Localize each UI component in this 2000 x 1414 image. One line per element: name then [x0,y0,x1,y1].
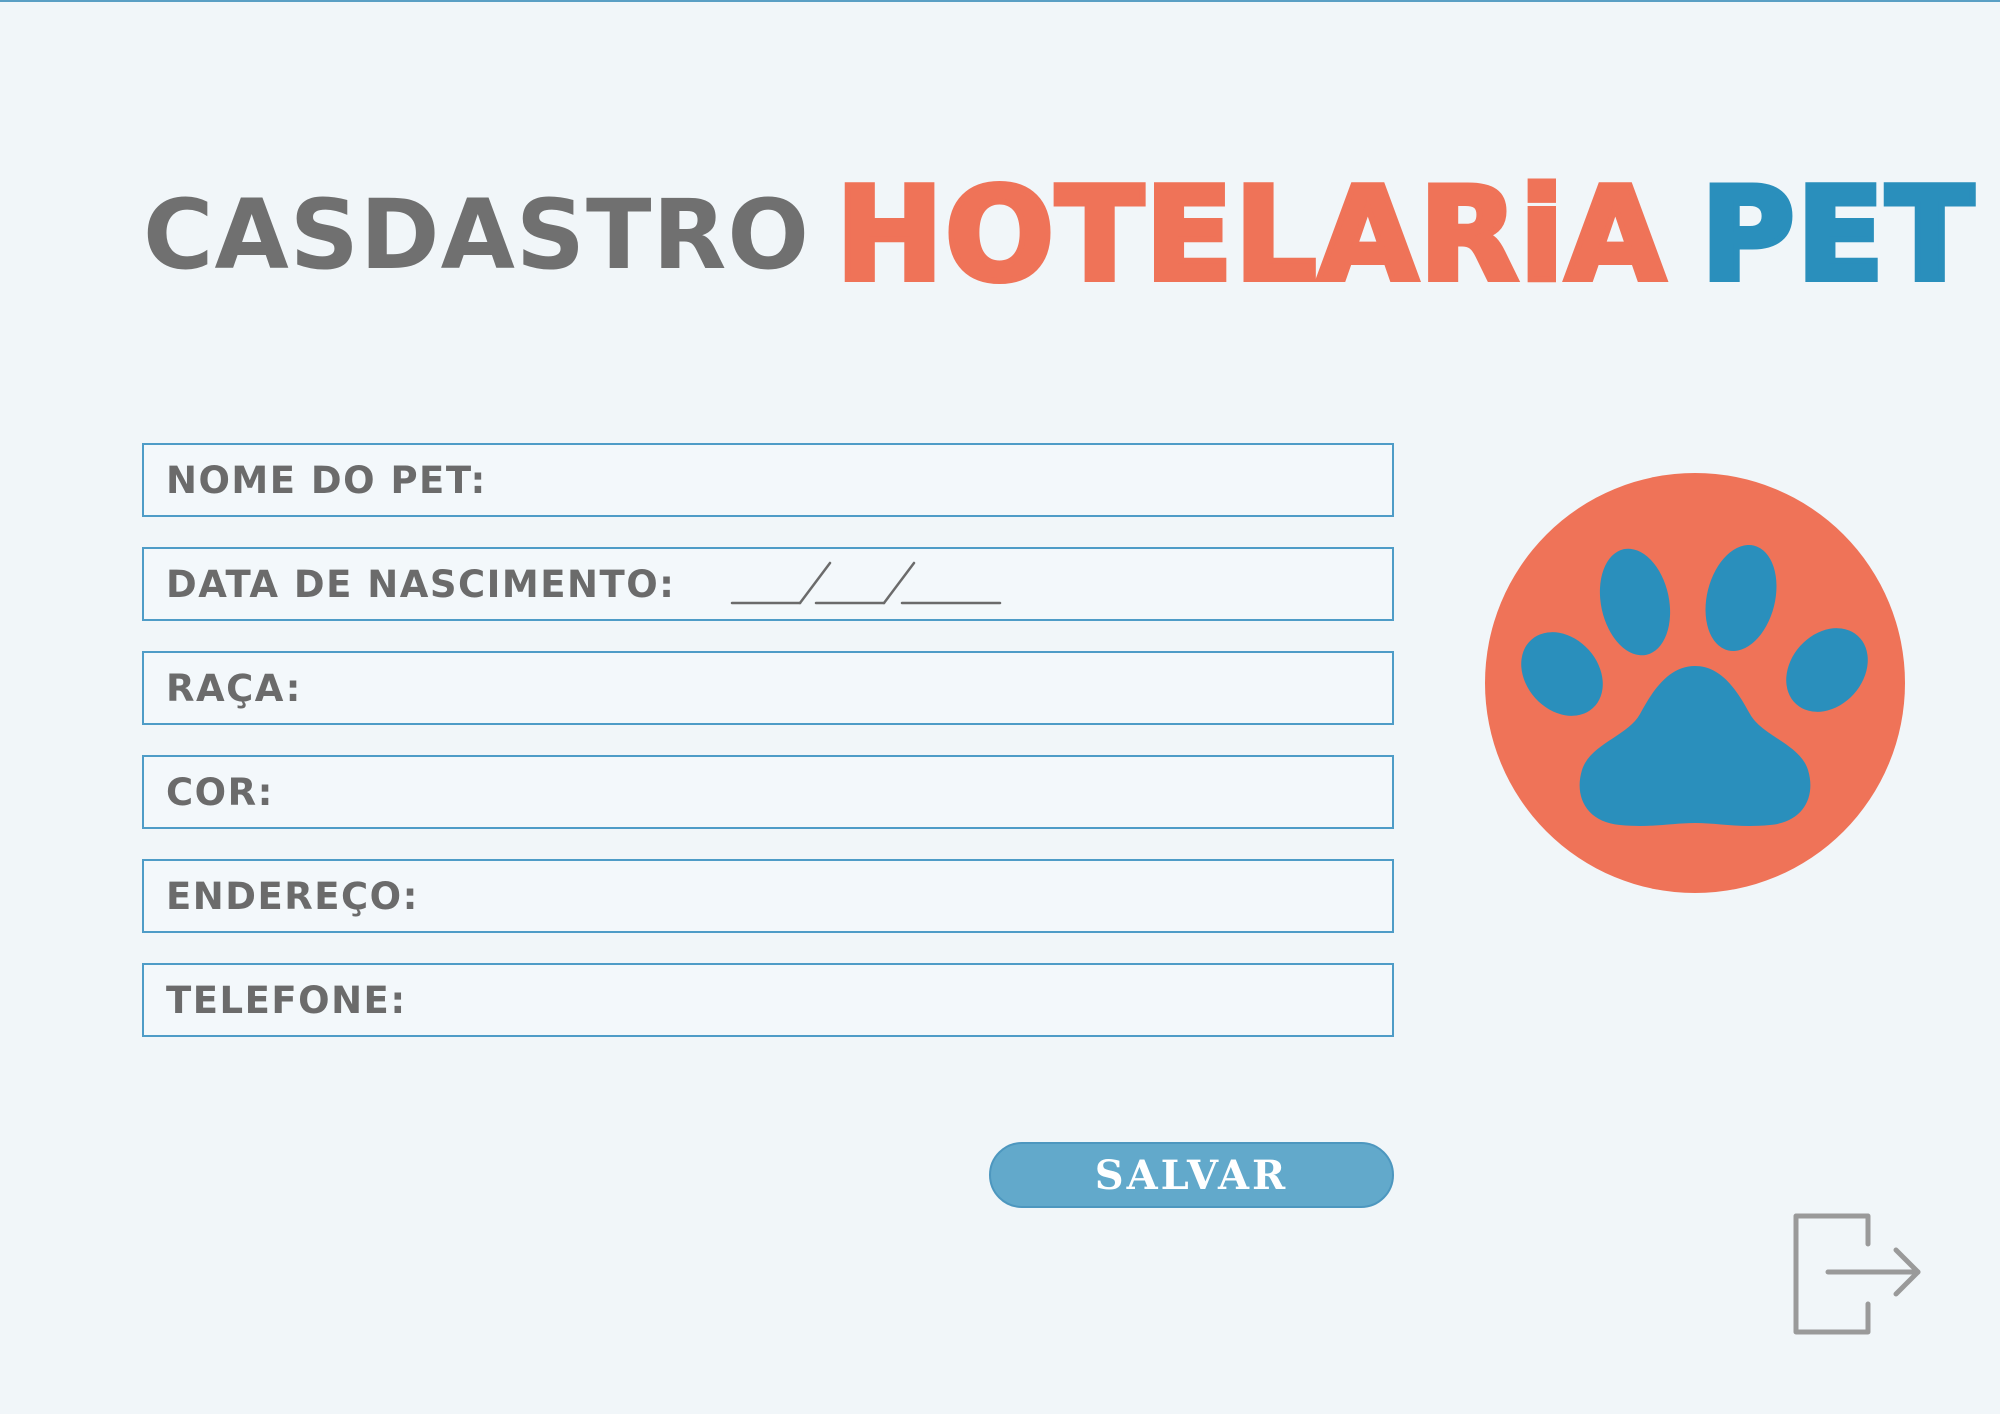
address-label: ENDEREÇO: [166,874,419,918]
address-field[interactable]: ENDEREÇO: [142,859,1394,933]
save-button[interactable]: SALVAR [989,1142,1394,1208]
birth-date-label: DATA DE NASCIMENTO: [166,562,676,606]
address-input[interactable] [432,867,1378,925]
color-label: COR: [166,770,274,814]
phone-input[interactable] [420,971,1378,1029]
paw-logo-icon [1485,473,1905,893]
breed-label: RAÇA: [166,666,302,710]
birth-date-field[interactable]: DATA DE NASCIMENTO: [142,547,1439,621]
title-brand-hotelaria: HOTELARiA [833,158,1668,313]
phone-label: TELEFONE: [166,978,407,1022]
phone-field[interactable]: TELEFONE: [142,963,1394,1037]
title-prefix: CASDASTRO [143,179,811,291]
page-title: CASDASTRO HOTELARiA PET [143,150,1977,320]
color-field[interactable]: COR: [142,755,1394,829]
breed-field[interactable]: RAÇA: [142,651,1394,725]
pet-name-field[interactable]: NOME DO PET: [142,443,1394,517]
save-button-label: SALVAR [1094,1151,1289,1199]
pet-name-input[interactable] [500,451,1378,509]
title-brand-pet: PET [1698,158,1977,313]
color-input[interactable] [287,763,1378,821]
breed-input[interactable] [315,659,1378,717]
date-blank-pattern [730,561,1002,605]
birth-date-input[interactable] [1035,555,1439,613]
top-border-line [0,0,2000,2]
registration-form: NOME DO PET: DATA DE NASCIMENTO: RAÇA: C… [142,443,1439,1067]
logout-icon[interactable] [1792,1212,1922,1336]
pet-name-label: NOME DO PET: [166,458,487,502]
